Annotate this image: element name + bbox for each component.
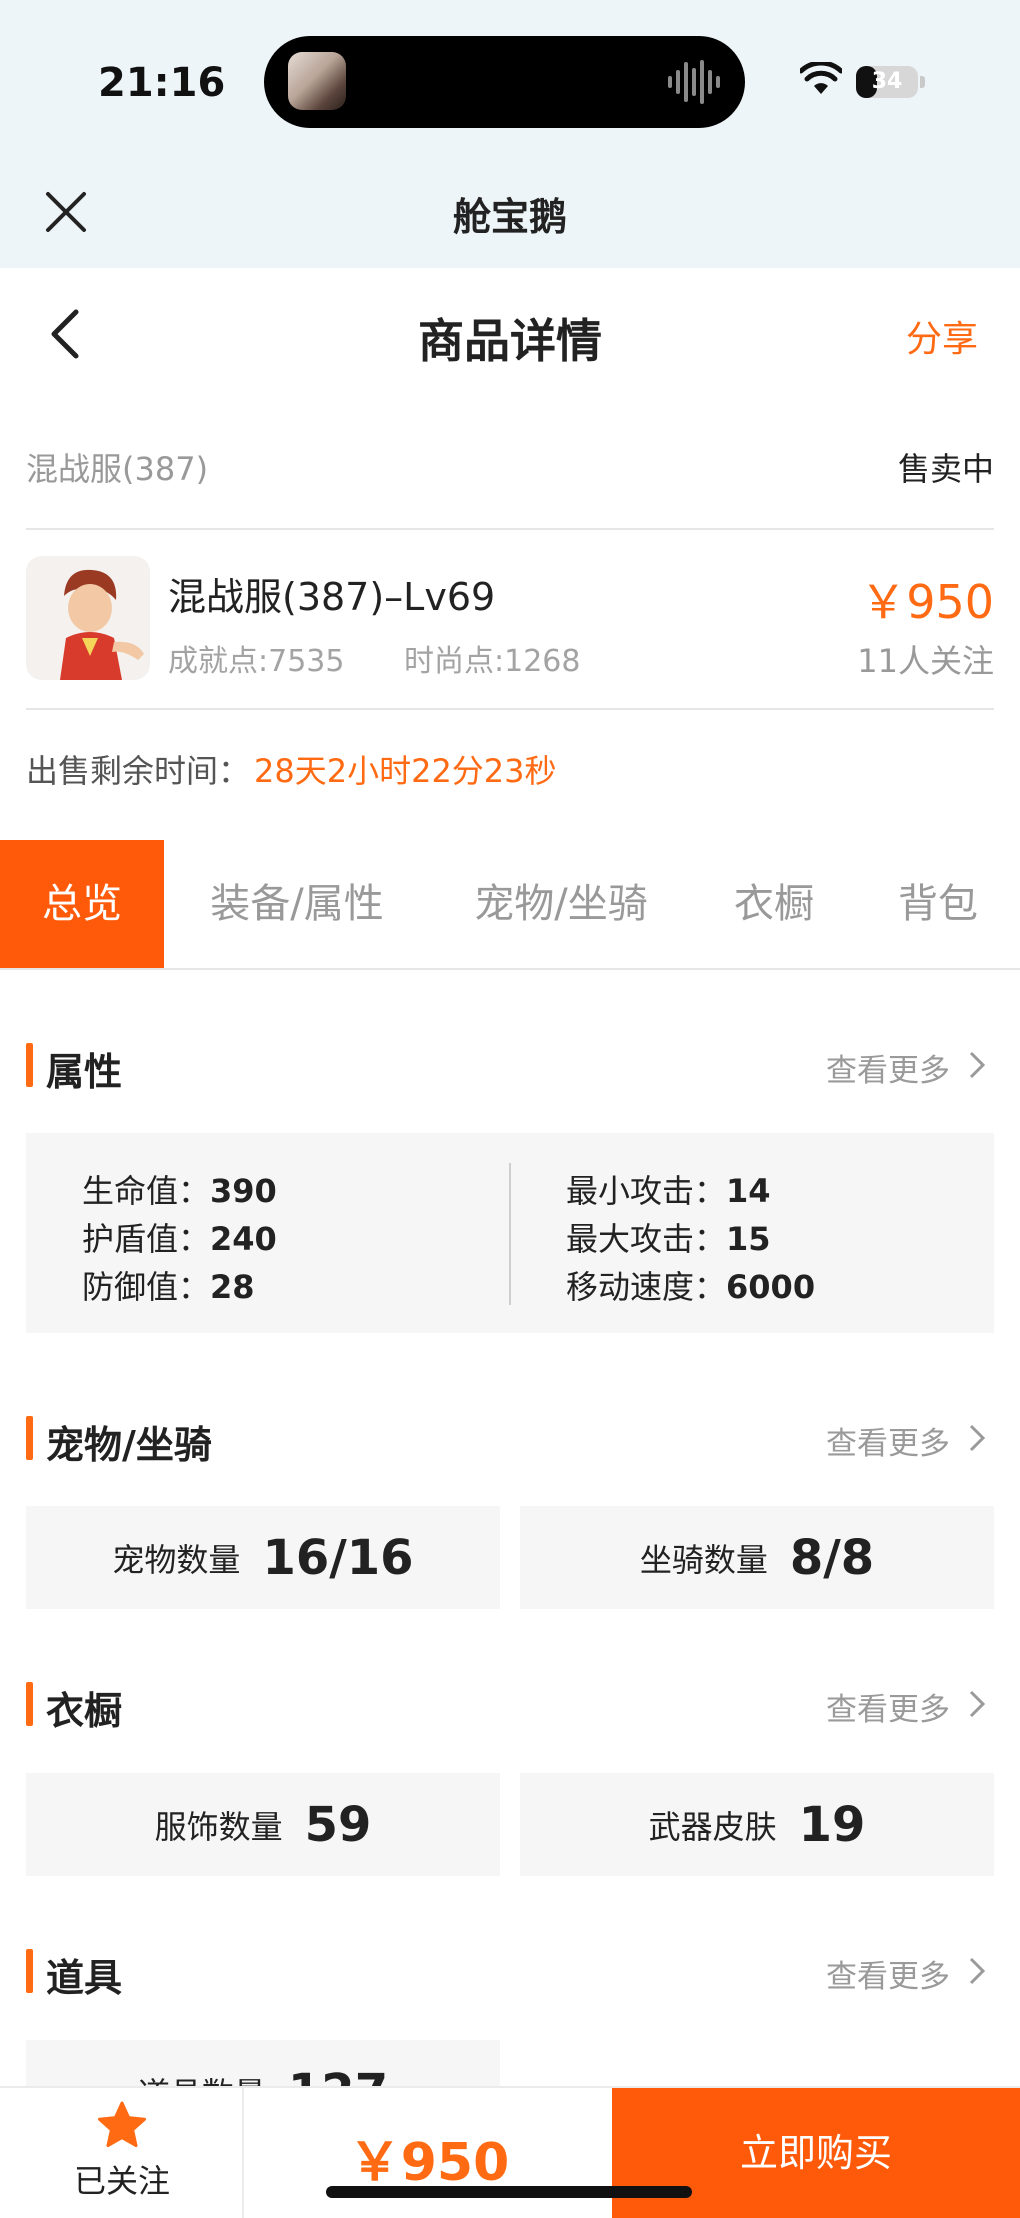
- now-playing-thumbnail[interactable]: [288, 52, 346, 110]
- stat-label: 武器皮肤: [648, 1807, 777, 1846]
- battery-icon: 34: [856, 66, 918, 98]
- status-time: 21:16: [98, 60, 226, 106]
- outfit-count-card: 服饰数量 59: [26, 1773, 500, 1876]
- section-accent: [26, 1043, 33, 1087]
- server-name: 混战服(387): [26, 450, 209, 488]
- sale-status: 售卖中: [897, 450, 994, 488]
- divider: [26, 708, 994, 710]
- home-indicator[interactable]: [326, 2186, 692, 2198]
- mount-count-card: 坐骑数量 8/8: [520, 1506, 994, 1609]
- section-title-items: 道具: [46, 1956, 123, 2000]
- stat-value: 8/8: [789, 1529, 875, 1586]
- mini-program-title: 舱宝鹅: [452, 195, 567, 239]
- section-accent: [26, 1949, 33, 1993]
- bottom-price: ￥950: [348, 2133, 510, 2193]
- product-title: 混战服(387)–Lv69: [168, 575, 496, 619]
- follower-count: 11人关注: [857, 642, 994, 680]
- battery-percent: 34: [871, 69, 903, 94]
- remaining-time-label: 出售剩余时间：: [26, 752, 251, 790]
- attributes-divider: [509, 1163, 511, 1305]
- chevron-right-icon: [969, 1957, 986, 1985]
- weapon-skin-card: 武器皮肤 19: [520, 1773, 994, 1876]
- stat-value: 16/16: [262, 1529, 414, 1586]
- stat-value: 59: [304, 1796, 372, 1853]
- stat-value: 19: [798, 1796, 866, 1853]
- share-button[interactable]: 分享: [906, 310, 978, 362]
- chevron-right-icon: [969, 1690, 986, 1718]
- attr-defense: 防御值：28: [82, 1268, 255, 1306]
- view-more-pets[interactable]: 查看更多: [826, 1418, 950, 1463]
- stat-label: 宠物数量: [112, 1540, 241, 1579]
- view-more-items[interactable]: 查看更多: [826, 1951, 950, 1996]
- section-accent: [26, 1682, 33, 1726]
- tab-bar: 总览 装备/属性 宠物/坐骑 衣橱 背包: [0, 840, 1020, 970]
- stat-label: 坐骑数量: [639, 1540, 768, 1579]
- remaining-time-value: 28天2小时22分23秒: [254, 752, 557, 790]
- battery-cap: [920, 76, 925, 88]
- buy-now-button[interactable]: 立即购买: [612, 2088, 1020, 2218]
- divider: [26, 528, 994, 530]
- section-accent: [26, 1416, 33, 1460]
- product-price: ￥950: [860, 575, 994, 629]
- pet-count-card: 宠物数量 16/16: [26, 1506, 500, 1609]
- attr-hp: 生命值：390: [82, 1172, 277, 1210]
- achievement-points: 成就点:7535: [168, 644, 345, 679]
- attr-max-attack: 最大攻击：15: [566, 1220, 771, 1258]
- chevron-right-icon: [969, 1051, 986, 1079]
- attr-min-attack: 最小攻击：14: [566, 1172, 771, 1210]
- star-icon: [98, 2101, 146, 2148]
- tab-pets-mounts[interactable]: 宠物/坐骑: [448, 840, 674, 968]
- tab-wardrobe[interactable]: 衣橱: [716, 840, 832, 968]
- tab-overview[interactable]: 总览: [0, 840, 164, 968]
- stat-label: 服饰数量: [154, 1807, 283, 1846]
- view-more-wardrobe[interactable]: 查看更多: [826, 1684, 950, 1729]
- tab-equipment[interactable]: 装备/属性: [186, 840, 408, 968]
- section-title-pets: 宠物/坐骑: [46, 1423, 212, 1467]
- wifi-icon: [800, 62, 842, 94]
- section-title-wardrobe: 衣橱: [46, 1689, 123, 1733]
- follow-label: 已关注: [73, 2162, 170, 2200]
- audio-waveform-icon: [668, 60, 720, 104]
- fashion-points: 时尚点:1268: [404, 644, 581, 679]
- attr-shield: 护盾值：240: [82, 1220, 277, 1258]
- tab-backpack[interactable]: 背包: [880, 840, 996, 968]
- page-title: 商品详情: [418, 314, 602, 368]
- character-avatar: [26, 556, 150, 680]
- view-more-attributes[interactable]: 查看更多: [826, 1045, 950, 1090]
- chevron-right-icon: [969, 1424, 986, 1452]
- section-title-attributes: 属性: [46, 1050, 123, 1094]
- attr-move-speed: 移动速度：6000: [566, 1268, 816, 1306]
